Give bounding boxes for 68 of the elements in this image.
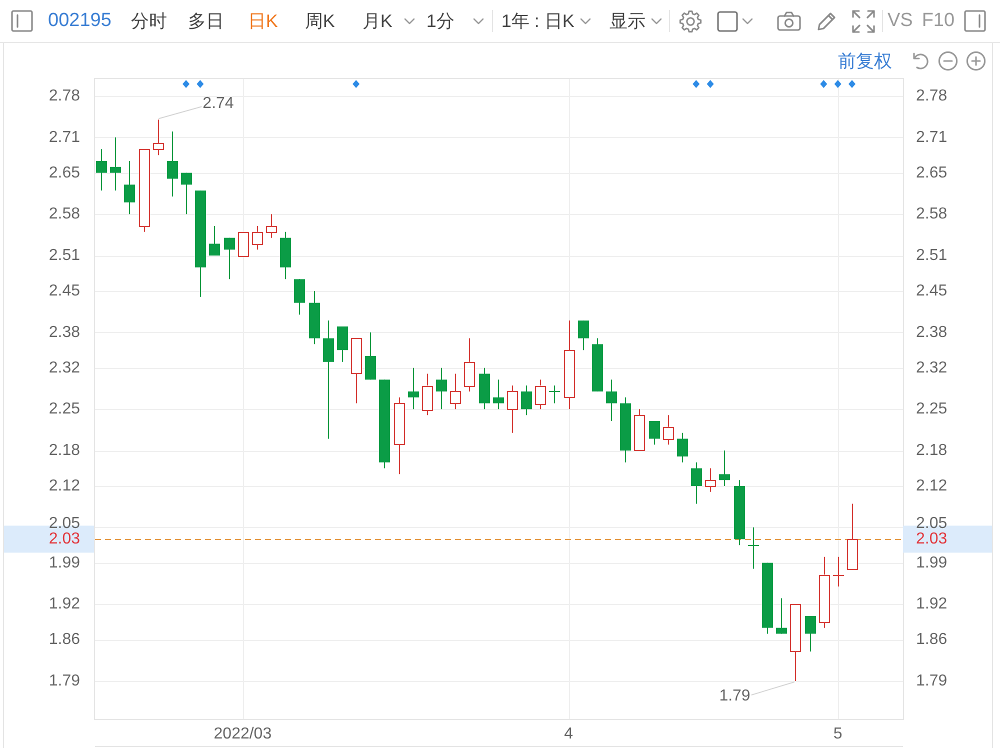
- y-axis-label: 2.25: [48, 400, 80, 418]
- y-axis-label: 2.71: [916, 128, 948, 146]
- y-axis-label: 2.18: [916, 442, 948, 460]
- zoom-in-icon[interactable]: [966, 50, 986, 70]
- y-axis-label: 1.99: [48, 554, 80, 572]
- settings-icon[interactable]: [679, 10, 702, 32]
- candle: [705, 468, 716, 492]
- y-axis-label: 2.32: [916, 359, 948, 376]
- caret-icon: [651, 18, 662, 24]
- square-icon[interactable]: [717, 10, 738, 32]
- y-axis-label: 1.79: [916, 672, 948, 690]
- leader-line: [750, 682, 795, 696]
- y-axis-label: 2.45: [48, 282, 80, 300]
- fullscreen-icon[interactable]: [852, 10, 876, 32]
- dropdown-button[interactable]: 1年 : 日K: [493, 9, 598, 33]
- period-tab[interactable]: 周K: [291, 9, 348, 33]
- candle: [351, 338, 362, 404]
- zoom-out-icon[interactable]: [938, 50, 958, 70]
- candle: [181, 172, 192, 215]
- camera-icon[interactable]: [777, 11, 802, 31]
- ref-line-label: 2.03: [48, 530, 80, 548]
- y-axis-label: 2.12: [916, 478, 948, 494]
- adjust-mode-button[interactable]: 前复权: [838, 48, 892, 72]
- y-axis-label: 2.65: [916, 164, 948, 182]
- y-axis-label: 1.99: [916, 554, 948, 572]
- period-tab[interactable]: 月K: [348, 9, 422, 33]
- y-axis-label: 2.32: [48, 359, 80, 376]
- y-axis-label: 2.71: [48, 128, 80, 146]
- y-axis-label: 2.38: [916, 324, 948, 341]
- y-axis-label: 2.65: [48, 164, 80, 182]
- caret-icon: [473, 18, 484, 24]
- x-axis-label: 4: [564, 726, 574, 742]
- y-axis-label: 2.25: [916, 400, 948, 418]
- candle: [832, 556, 844, 587]
- price-extreme-label: 2.74: [202, 95, 234, 112]
- y-axis-label: 2.18: [48, 442, 80, 460]
- caret-icon: [404, 18, 416, 24]
- interval-dropdown[interactable]: 1分: [421, 9, 492, 33]
- stock-code[interactable]: 002195: [48, 9, 112, 33]
- y-axis-label: 2.51: [48, 247, 80, 264]
- y-axis-label: 1.86: [916, 631, 948, 648]
- y-axis-label: 2.12: [48, 478, 80, 494]
- pencil-icon[interactable]: [816, 10, 838, 32]
- period-tab[interactable]: 分时: [120, 9, 178, 33]
- y-axis-label: 2.58: [916, 206, 948, 223]
- y-axis-label: 1.92: [916, 596, 948, 613]
- y-axis-label: 2.51: [916, 247, 948, 264]
- y-axis-label: 2.78: [48, 88, 80, 104]
- sidebar-icon[interactable]: [964, 10, 986, 32]
- x-axis-label: 2022/03: [214, 726, 272, 742]
- y-axis-label: 1.86: [48, 631, 80, 648]
- price-extreme-label: 1.79: [719, 688, 750, 704]
- sidebar-icon[interactable]: [11, 10, 33, 32]
- y-axis-label: 2.78: [916, 88, 948, 104]
- x-axis-label: 5: [833, 726, 842, 742]
- y-axis-label: 2.38: [48, 324, 80, 341]
- y-axis-label: 1.79: [48, 672, 80, 690]
- period-tab[interactable]: 多日: [177, 9, 234, 33]
- caret-icon: [742, 18, 754, 24]
- candle: [847, 503, 858, 570]
- caret-icon: [580, 18, 592, 24]
- dropdown-button[interactable]: 显示: [601, 9, 668, 33]
- y-axis-label: 2.45: [916, 282, 948, 300]
- y-axis-label: 2.58: [48, 206, 80, 223]
- candle: [691, 462, 702, 504]
- leader-line: [158, 106, 202, 120]
- undo-icon[interactable]: [911, 51, 930, 70]
- y-axis-label: 1.92: [48, 596, 80, 613]
